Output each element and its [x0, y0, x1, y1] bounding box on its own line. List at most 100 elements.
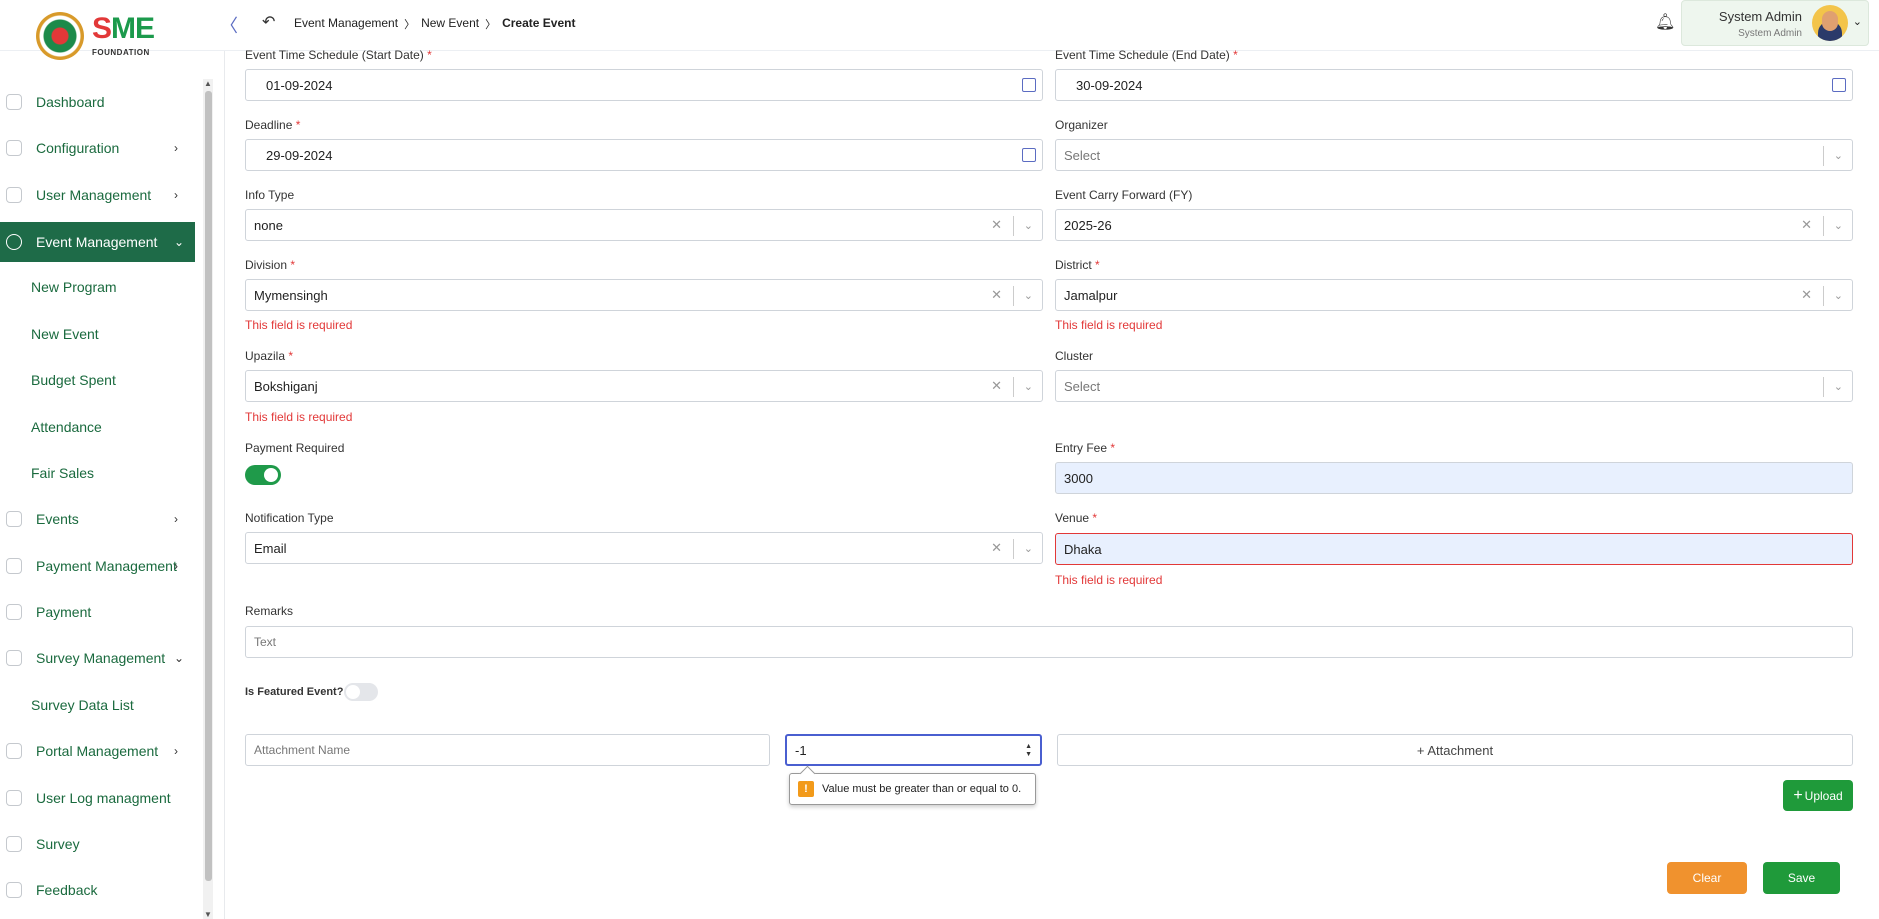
- attachment-name-input[interactable]: Attachment Name: [245, 734, 770, 766]
- carry-forward-select[interactable]: 2025-26 ✕ ⌄: [1055, 209, 1853, 241]
- payment-required-label: Payment Required: [245, 441, 345, 455]
- chevron-right-icon: ›: [174, 512, 178, 526]
- calendar-icon[interactable]: [1832, 78, 1846, 92]
- chevron-down-icon[interactable]: ⌄: [1024, 219, 1033, 232]
- chevron-right-icon: ›: [174, 559, 178, 573]
- organizer-select[interactable]: Select ⌄: [1055, 139, 1853, 171]
- number-spinner-icon[interactable]: ▲ ▼: [1025, 743, 1032, 759]
- sidebar: Dashboard Configuration › User Management…: [0, 79, 196, 919]
- sidebar-item-budget-spent[interactable]: Budget Spent: [0, 360, 195, 400]
- end-date-input[interactable]: 30-09-2024: [1055, 69, 1853, 101]
- divider: [1823, 146, 1824, 166]
- sidebar-item-configuration[interactable]: Configuration ›: [0, 128, 195, 168]
- remarks-label: Remarks: [245, 604, 294, 618]
- bell-icon[interactable]: 🔔︎: [1655, 12, 1675, 32]
- entry-fee-input[interactable]: 3000: [1055, 462, 1853, 494]
- chevron-right-icon: ›: [174, 744, 178, 758]
- sidebar-item-dashboard[interactable]: Dashboard: [0, 82, 195, 122]
- sme-foundation-logo[interactable]: SME FOUNDATION: [36, 10, 161, 60]
- avatar: [1812, 5, 1848, 41]
- warning-icon: !: [798, 781, 814, 797]
- chevron-down-icon: ⌄: [174, 651, 185, 665]
- logo-subtext: FOUNDATION: [92, 48, 150, 57]
- breadcrumb-event-management[interactable]: Event Management: [294, 16, 398, 32]
- attachment-number-input[interactable]: -1 ▲ ▼: [785, 734, 1042, 766]
- upazila-label: Upazila *: [245, 349, 294, 363]
- start-date-input[interactable]: 01-09-2024: [245, 69, 1043, 101]
- divider: [1823, 286, 1824, 306]
- feedback-icon: [6, 882, 22, 898]
- upazila-select[interactable]: Bokshiganj ✕ ⌄: [245, 370, 1043, 402]
- chevron-right-icon: ›: [174, 141, 178, 155]
- payment-required-toggle[interactable]: [245, 465, 281, 485]
- sidebar-item-feedback[interactable]: Feedback: [0, 870, 195, 910]
- clear-icon[interactable]: ✕: [991, 378, 1002, 394]
- user-name: System Admin: [1718, 9, 1802, 24]
- scroll-up-icon[interactable]: ▲: [204, 79, 212, 88]
- chevron-down-icon[interactable]: ⌄: [1834, 149, 1843, 162]
- sidebar-item-event-management[interactable]: Event Management ⌄: [0, 222, 195, 262]
- chevron-down-icon[interactable]: ⌄: [1834, 289, 1843, 302]
- sidebar-item-user-management[interactable]: User Management ›: [0, 175, 195, 215]
- sidebar-item-portal-management[interactable]: Portal Management ›: [0, 731, 195, 771]
- user-menu[interactable]: System Admin System Admin ⌄: [1681, 0, 1869, 46]
- payment-icon: [6, 604, 22, 620]
- sidebar-item-survey-data-list[interactable]: Survey Data List: [0, 685, 195, 725]
- chevron-down-icon[interactable]: ⌄: [1024, 380, 1033, 393]
- log-icon: [6, 790, 22, 806]
- organizer-label: Organizer: [1055, 118, 1108, 132]
- cluster-select[interactable]: Select ⌄: [1055, 370, 1853, 402]
- sidebar-scrollbar[interactable]: ▲ ▼: [203, 79, 213, 919]
- clear-button[interactable]: Clear: [1667, 862, 1747, 894]
- add-attachment-button[interactable]: + Attachment: [1057, 734, 1853, 766]
- sidebar-collapse-icon[interactable]: 〈: [220, 12, 238, 38]
- scroll-down-icon[interactable]: ▼: [204, 910, 212, 919]
- divider: [1823, 216, 1824, 236]
- featured-event-label: Is Featured Event?: [245, 686, 344, 698]
- upload-button[interactable]: + Upload: [1783, 780, 1853, 811]
- scrollbar-thumb[interactable]: [205, 91, 212, 881]
- sidebar-item-payment-management[interactable]: Payment Management ›: [0, 546, 195, 586]
- clear-icon[interactable]: ✕: [991, 287, 1002, 303]
- calendar-icon[interactable]: [1022, 148, 1036, 162]
- clear-icon[interactable]: ✕: [991, 217, 1002, 233]
- venue-input[interactable]: Dhaka: [1055, 533, 1853, 565]
- clear-icon[interactable]: ✕: [991, 540, 1002, 556]
- sidebar-item-payment[interactable]: Payment: [0, 592, 195, 632]
- sidebar-item-user-log[interactable]: User Log managment: [0, 778, 195, 818]
- chevron-right-icon: 〉: [485, 19, 497, 31]
- government-seal-icon: [36, 12, 84, 60]
- sidebar-item-new-event[interactable]: New Event: [0, 314, 195, 354]
- sidebar-item-events[interactable]: Events ›: [0, 499, 195, 539]
- sidebar-item-fair-sales[interactable]: Fair Sales: [0, 453, 195, 493]
- district-select[interactable]: Jamalpur ✕ ⌄: [1055, 279, 1853, 311]
- breadcrumb: Event Management 〉 New Event 〉 Create Ev…: [294, 16, 575, 32]
- chevron-down-icon[interactable]: ⌄: [1834, 380, 1843, 393]
- sidebar-item-new-program[interactable]: New Program: [0, 267, 195, 307]
- notification-type-select[interactable]: Email ✕ ⌄: [245, 532, 1043, 564]
- sidebar-item-survey-management[interactable]: Survey Management ⌄: [0, 638, 195, 678]
- chevron-down-icon[interactable]: ⌄: [1853, 15, 1862, 28]
- save-button[interactable]: Save: [1763, 862, 1840, 894]
- breadcrumb-new-event[interactable]: New Event: [421, 16, 479, 32]
- clear-icon[interactable]: ✕: [1801, 217, 1812, 233]
- chevron-down-icon[interactable]: ⌄: [1024, 542, 1033, 555]
- logo-text: SME: [92, 12, 155, 45]
- validation-tooltip: ! Value must be greater than or equal to …: [789, 773, 1036, 805]
- back-icon[interactable]: ↶: [262, 12, 275, 32]
- user-role: System Admin: [1738, 28, 1802, 39]
- chevron-down-icon[interactable]: ⌄: [1834, 219, 1843, 232]
- chevron-down-icon[interactable]: ⌄: [1024, 289, 1033, 302]
- calendar-icon[interactable]: [1022, 78, 1036, 92]
- divider: [1013, 286, 1014, 306]
- featured-event-toggle[interactable]: [344, 683, 378, 701]
- division-select[interactable]: Mymensingh ✕ ⌄: [245, 279, 1043, 311]
- clear-icon[interactable]: ✕: [1801, 287, 1812, 303]
- sidebar-item-survey[interactable]: Survey: [0, 824, 195, 864]
- division-error: This field is required: [245, 318, 353, 332]
- info-type-select[interactable]: none ✕ ⌄: [245, 209, 1043, 241]
- event-icon: [6, 234, 22, 250]
- deadline-input[interactable]: 29-09-2024: [245, 139, 1043, 171]
- remarks-input[interactable]: Text: [245, 626, 1853, 658]
- sidebar-item-attendance[interactable]: Attendance: [0, 407, 195, 447]
